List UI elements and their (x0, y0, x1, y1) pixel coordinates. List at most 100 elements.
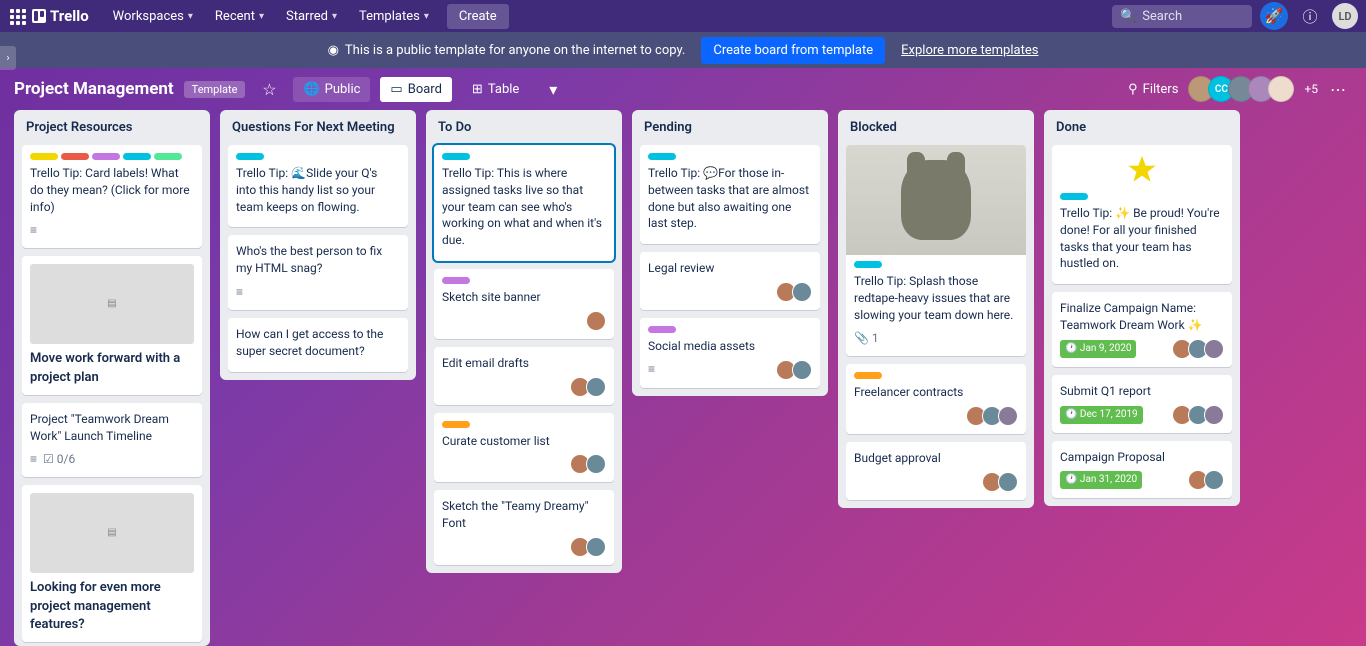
label[interactable] (154, 153, 182, 160)
card[interactable]: Trello Tip: 🌊Slide your Q's into this ha… (228, 145, 408, 227)
card-labels (30, 153, 194, 160)
template-badge[interactable]: Template (184, 81, 246, 98)
visibility-button[interactable]: 🌐Public (293, 77, 370, 102)
nav-recent[interactable]: Recent▾ (207, 5, 272, 28)
board-canvas[interactable]: Project Resources Trello Tip: Card labels… (0, 110, 1366, 646)
list-title[interactable]: Blocked (846, 118, 1026, 137)
create-from-template-button[interactable]: Create board from template (701, 37, 885, 64)
card[interactable]: Trello Tip: Card labels! What do they me… (22, 145, 202, 248)
card[interactable]: Trello Tip: This is where assigned tasks… (434, 145, 614, 261)
top-navbar: Trello Workspaces▾ Recent▾ Starred▾ Temp… (0, 0, 1366, 32)
member-avatar[interactable] (1204, 339, 1224, 359)
card[interactable]: Sketch site banner (434, 269, 614, 339)
label[interactable] (854, 372, 882, 379)
list-title[interactable]: To Do (434, 118, 614, 137)
label[interactable] (648, 326, 676, 333)
explore-templates-link[interactable]: Explore more templates (901, 43, 1038, 58)
search-input[interactable] (1142, 9, 1244, 24)
card[interactable]: Budget approval (846, 442, 1026, 500)
nav-starred[interactable]: Starred▾ (278, 5, 345, 28)
apps-icon[interactable] (8, 7, 26, 25)
label[interactable] (648, 153, 676, 160)
card[interactable]: Submit Q1 report🕐 Dec 17, 2019 (1052, 375, 1232, 433)
attachment-badge: 📎 1 (854, 330, 879, 347)
card[interactable]: Trello Tip: ✨ Be proud! You're done! For… (1052, 145, 1232, 284)
card[interactable]: ▤Looking for even more project managemen… (22, 485, 202, 642)
card[interactable]: Who's the best person to fix my HTML sna… (228, 235, 408, 310)
nav-templates[interactable]: Templates▾ (351, 5, 437, 28)
card-title: Move work forward with a project plan (30, 350, 194, 386)
label[interactable] (236, 153, 264, 160)
menu-icon[interactable]: ⋯ (1324, 75, 1352, 103)
table-view-button[interactable]: ⊞Table (462, 77, 529, 102)
card[interactable]: Campaign Proposal🕐 Jan 31, 2020 (1052, 441, 1232, 499)
card-labels (442, 421, 606, 428)
card-members (574, 454, 606, 474)
nav-workspaces[interactable]: Workspaces▾ (105, 5, 201, 28)
more-members[interactable]: +5 (1304, 82, 1318, 96)
description-icon: ≡ (236, 284, 243, 301)
member-avatar[interactable] (586, 377, 606, 397)
card[interactable]: How can I get access to the super secret… (228, 318, 408, 372)
due-date-badge: 🕐 Jan 31, 2020 (1060, 471, 1142, 489)
board-view-button[interactable]: ▭Board (380, 77, 452, 102)
label[interactable] (442, 277, 470, 284)
search-box[interactable]: 🔍 (1112, 5, 1252, 28)
member-avatar[interactable] (1204, 470, 1224, 490)
board-title[interactable]: Project Management (14, 79, 174, 99)
list: Blocked Trello Tip: Splash those redtape-… (838, 110, 1034, 508)
card[interactable]: Finalize Campaign Name: Teamwork Dream W… (1052, 292, 1232, 367)
card[interactable]: ▤Move work forward with a project plan (22, 256, 202, 394)
search-icon: 🔍 (1120, 9, 1136, 24)
list-title[interactable]: Questions For Next Meeting (228, 118, 408, 137)
label[interactable] (854, 261, 882, 268)
filter-icon: ⚲ (1128, 82, 1138, 97)
card[interactable]: Sketch the "Teamy Dreamy" Font (434, 490, 614, 565)
label[interactable] (61, 153, 89, 160)
card[interactable]: Curate customer list (434, 413, 614, 483)
member-avatar[interactable] (586, 311, 606, 331)
card-labels (854, 261, 1018, 268)
star-icon[interactable]: ☆ (255, 75, 283, 103)
list-title[interactable]: Project Resources (22, 118, 202, 137)
help-icon[interactable]: ⓘ (1296, 2, 1324, 30)
view-switcher-icon[interactable]: ▾ (539, 75, 567, 103)
card[interactable]: Legal review (640, 252, 820, 310)
card-cover-image (846, 145, 1026, 255)
create-button[interactable]: Create (447, 4, 509, 29)
card[interactable]: Freelancer contracts (846, 364, 1026, 434)
expand-sidebar-button[interactable]: › (0, 46, 16, 70)
card-text: Trello Tip: This is where assigned tasks… (442, 165, 606, 249)
card-members (780, 360, 812, 380)
label[interactable] (1060, 193, 1088, 200)
trello-logo[interactable]: Trello (32, 7, 89, 25)
card[interactable]: Project "Teamwork Dream Work" Launch Tim… (22, 403, 202, 478)
label[interactable] (92, 153, 120, 160)
list-title[interactable]: Pending (640, 118, 820, 137)
label[interactable] (442, 153, 470, 160)
user-avatar[interactable]: LD (1332, 3, 1358, 29)
board-members[interactable]: CC (1194, 76, 1294, 102)
member-avatar[interactable] (792, 282, 812, 302)
member-avatar[interactable] (792, 360, 812, 380)
card[interactable]: Edit email drafts (434, 347, 614, 405)
card-members (1176, 405, 1224, 425)
member-avatar[interactable] (586, 454, 606, 474)
member-avatar[interactable] (998, 406, 1018, 426)
card-text: Trello Tip: 💬For those in-between tasks … (648, 165, 812, 232)
label[interactable] (442, 421, 470, 428)
board-icon: ▭ (390, 82, 402, 97)
member-avatar[interactable] (1204, 405, 1224, 425)
card-title: Looking for even more project management… (30, 579, 194, 634)
label[interactable] (30, 153, 58, 160)
member-avatar[interactable] (998, 472, 1018, 492)
list-title[interactable]: Done (1052, 118, 1232, 137)
label[interactable] (123, 153, 151, 160)
card[interactable]: Trello Tip: 💬For those in-between tasks … (640, 145, 820, 244)
member-avatar[interactable] (586, 537, 606, 557)
card[interactable]: Social media assets≡ (640, 318, 820, 388)
filters-button[interactable]: ⚲Filters (1118, 77, 1188, 102)
card[interactable]: Trello Tip: Splash those redtape-heavy i… (846, 145, 1026, 356)
card-members (574, 537, 606, 557)
rocket-icon[interactable]: 🚀 (1260, 2, 1288, 30)
